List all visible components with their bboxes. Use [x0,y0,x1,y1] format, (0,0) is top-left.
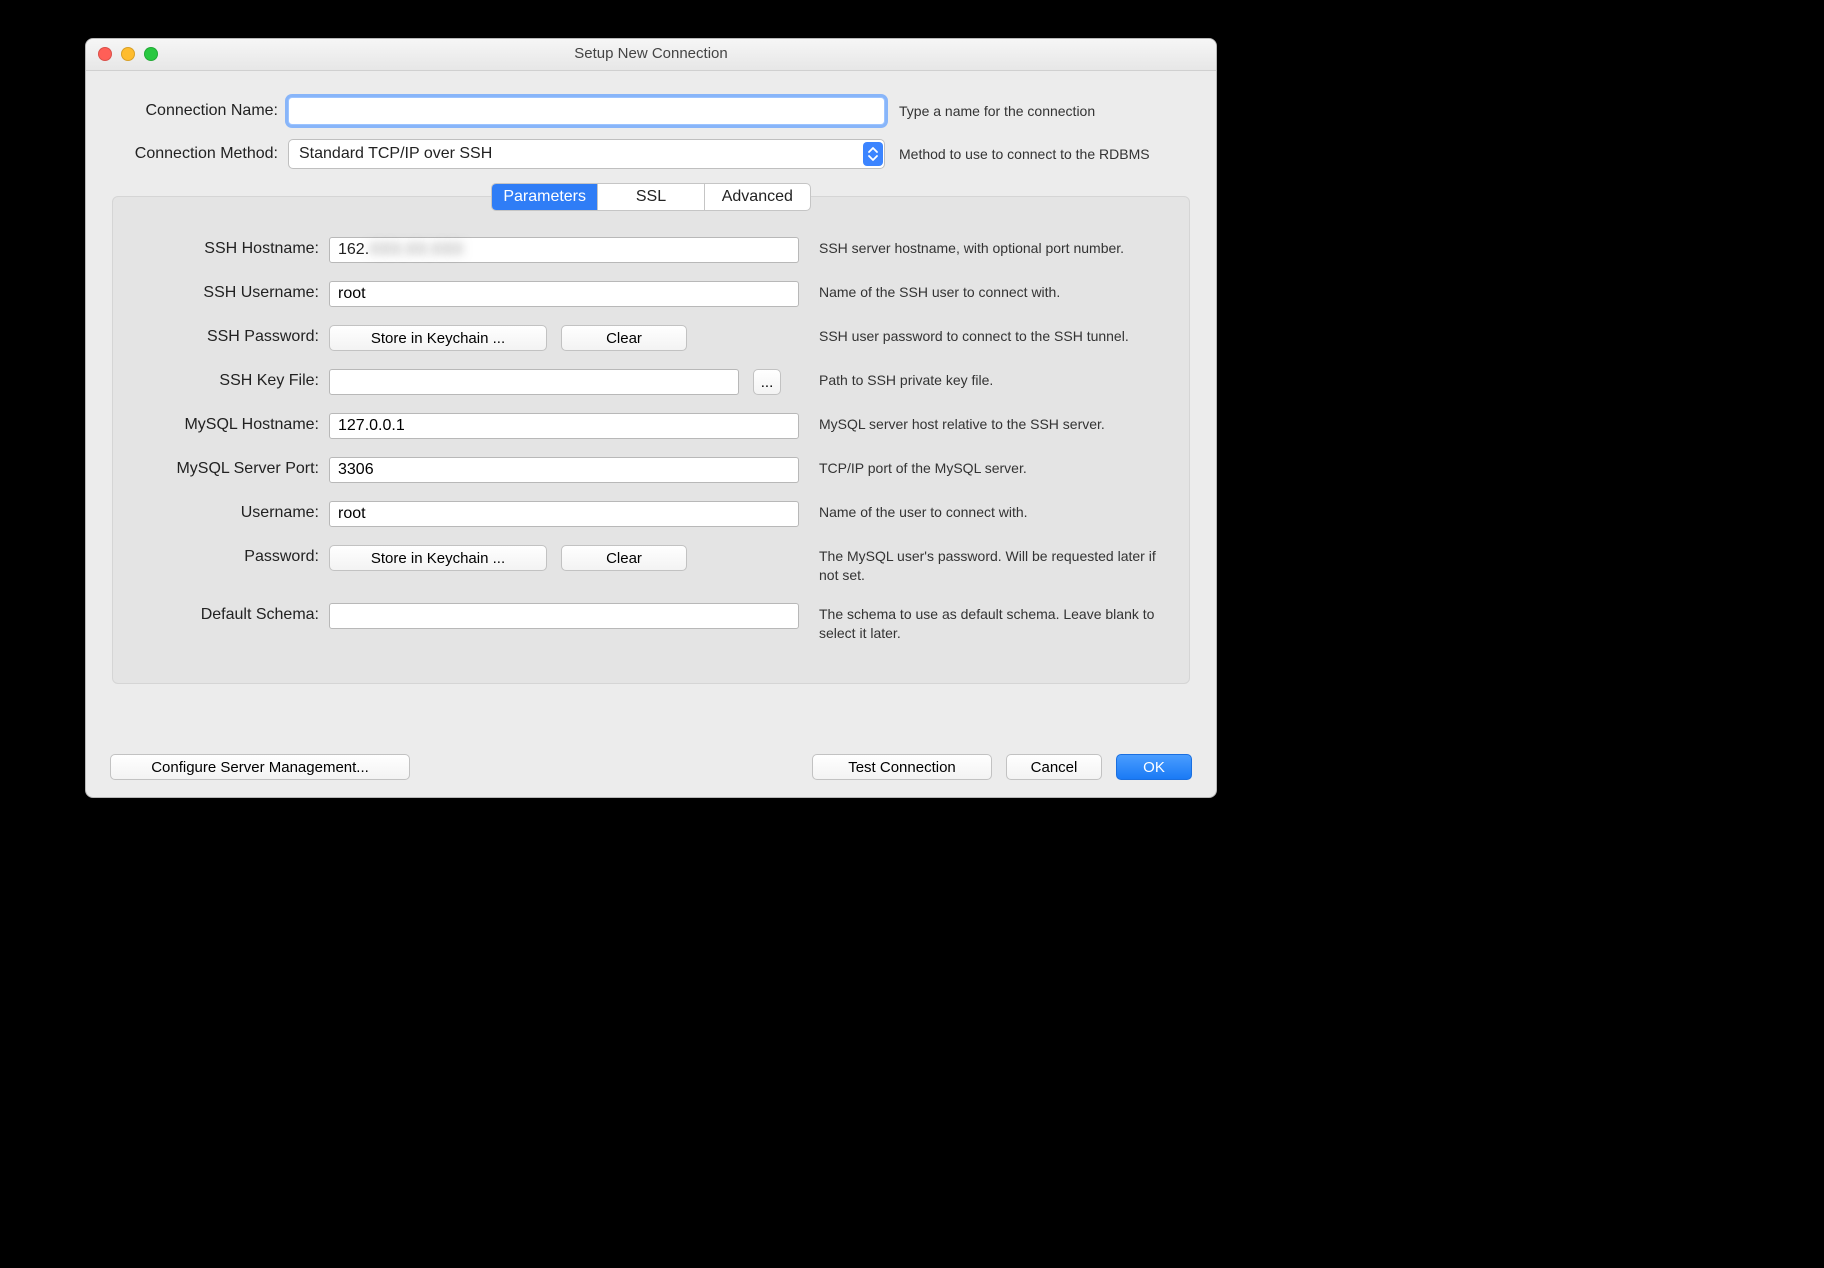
connection-method-value: Standard TCP/IP over SSH [299,145,492,163]
ssh-hostname-value-prefix: 162. [338,241,369,259]
window-title: Setup New Connection [86,45,1216,62]
tab-parameters[interactable]: Parameters [492,184,598,210]
mysql-hostname-input[interactable] [329,413,799,439]
select-stepper-icon[interactable] [863,142,883,166]
ssh-password-label: SSH Password: [133,325,329,346]
mysql-port-desc: TCP/IP port of the MySQL server. [799,457,1169,478]
connection-method-hint: Method to use to connect to the RDBMS [885,146,1190,162]
titlebar: Setup New Connection [86,39,1216,71]
ssh-hostname-value-obscured: XXX.XX.XXX [369,241,463,259]
ssh-keyfile-input[interactable] [329,369,739,395]
mysql-hostname-desc: MySQL server host relative to the SSH se… [799,413,1169,434]
ssh-hostname-label: SSH Hostname: [133,237,329,258]
ssh-username-label: SSH Username: [133,281,329,302]
ssh-username-desc: Name of the SSH user to connect with. [799,281,1169,302]
mysql-password-store-button[interactable]: Store in Keychain ... [329,545,547,571]
dialog-footer: Configure Server Management... Test Conn… [86,737,1216,797]
default-schema-label: Default Schema: [133,603,329,624]
tab-bar: Parameters SSL Advanced [491,183,811,211]
mysql-username-label: Username: [133,501,329,522]
ssh-keyfile-label: SSH Key File: [133,369,329,390]
default-schema-input[interactable] [329,603,799,629]
connection-method-label: Connection Method: [112,145,288,163]
connection-name-hint: Type a name for the connection [885,103,1190,119]
ssh-keyfile-desc: Path to SSH private key file. [799,369,1169,390]
mysql-hostname-label: MySQL Hostname: [133,413,329,434]
parameters-panel: SSH Hostname: 162. XXX.XX.XXX SSH server… [112,196,1190,684]
ssh-password-desc: SSH user password to connect to the SSH … [699,325,1169,346]
tab-advanced[interactable]: Advanced [705,184,810,210]
configure-server-button[interactable]: Configure Server Management... [110,754,410,780]
connection-name-label: Connection Name: [112,102,288,120]
default-schema-desc: The schema to use as default schema. Lea… [799,603,1169,643]
ssh-password-store-button[interactable]: Store in Keychain ... [329,325,547,351]
ssh-username-input[interactable] [329,281,799,307]
mysql-port-input[interactable] [329,457,799,483]
tab-ssl[interactable]: SSL [598,184,704,210]
connection-name-input[interactable] [288,97,885,125]
ssh-keyfile-browse-button[interactable]: ... [753,369,781,395]
mysql-password-label: Password: [133,545,329,566]
cancel-button[interactable]: Cancel [1006,754,1102,780]
mysql-password-clear-button[interactable]: Clear [561,545,687,571]
connection-method-select[interactable]: Standard TCP/IP over SSH [288,139,885,169]
mysql-port-label: MySQL Server Port: [133,457,329,478]
ok-button[interactable]: OK [1116,754,1192,780]
dialog-window: Setup New Connection Connection Name: Ty… [85,38,1217,798]
mysql-password-desc: The MySQL user's password. Will be reque… [699,545,1169,585]
test-connection-button[interactable]: Test Connection [812,754,992,780]
ssh-password-clear-button[interactable]: Clear [561,325,687,351]
ssh-hostname-input[interactable]: 162. XXX.XX.XXX [329,237,799,263]
mysql-username-desc: Name of the user to connect with. [799,501,1169,522]
ssh-hostname-desc: SSH server hostname, with optional port … [799,237,1169,258]
mysql-username-input[interactable] [329,501,799,527]
